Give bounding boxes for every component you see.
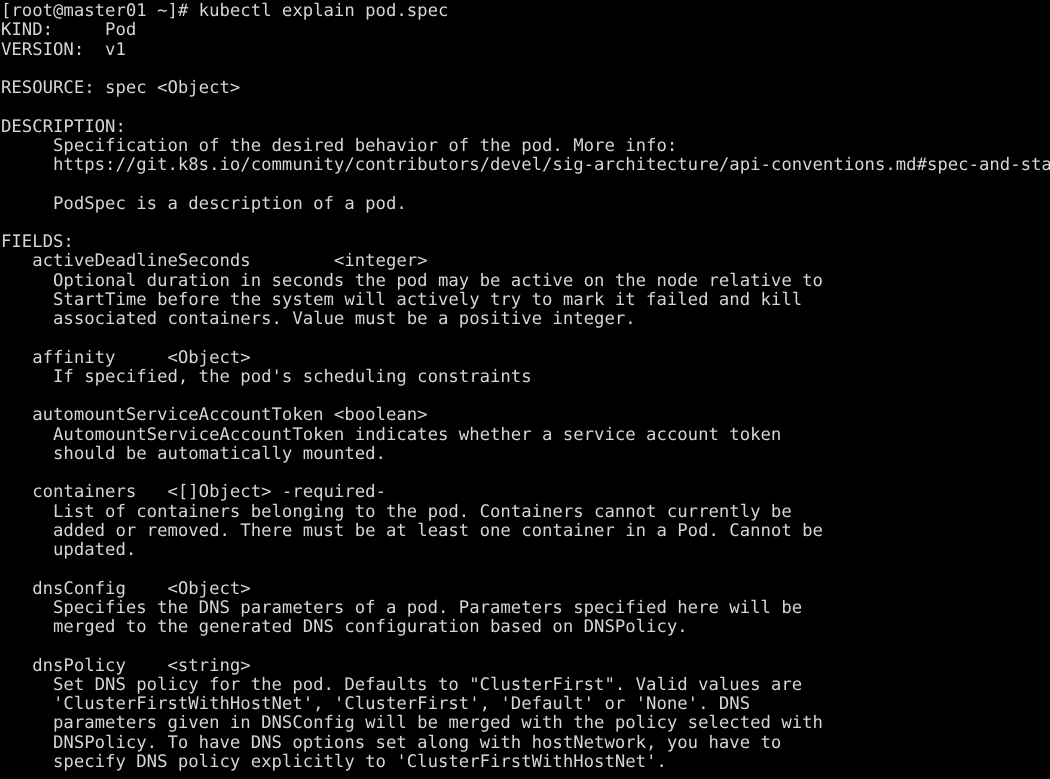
terminal-line: DNSPolicy. To have DNS options set along… <box>1 732 782 753</box>
terminal-line: Specification of the desired behavior of… <box>1 135 678 156</box>
terminal-line: dnsConfig <Object> <box>1 578 251 599</box>
terminal-line: [root@master01 ~]# kubectl explain pod.s… <box>1 1 449 21</box>
terminal-line: should be automatically mounted. <box>1 443 386 464</box>
terminal-line: https://git.k8s.io/community/contributor… <box>1 155 1050 175</box>
terminal-line: PodSpec is a description of a pod. <box>1 193 407 214</box>
terminal-line: merged to the generated DNS configuratio… <box>1 617 688 637</box>
terminal-line: If specified, the pod's scheduling const… <box>1 366 532 387</box>
terminal-line: parameters given in DNSConfig will be me… <box>1 713 823 734</box>
terminal-line: VERSION: v1 <box>1 39 126 60</box>
terminal-line: added or removed. There must be at least… <box>1 520 823 541</box>
terminal-line: KIND: Pod <box>1 20 137 41</box>
terminal-line: activeDeadlineSeconds <integer> <box>1 251 428 272</box>
terminal-line: FIELDS: <box>1 232 74 252</box>
terminal-line: updated. <box>1 540 137 560</box>
terminal-line: containers <[]Object> -required- <box>1 482 386 503</box>
terminal-line: automountServiceAccountToken <boolean> <box>1 405 428 426</box>
terminal-line: associated containers. Value must be a p… <box>1 309 636 329</box>
terminal-line: dnsPolicy <string> <box>1 655 251 676</box>
terminal-line: DESCRIPTION: <box>1 116 126 137</box>
terminal-line: AutomountServiceAccountToken indicates w… <box>1 424 782 445</box>
terminal-line: specify DNS policy explicitly to 'Cluste… <box>1 751 667 772</box>
terminal-line: List of containers belonging to the pod.… <box>1 501 792 522</box>
terminal-line: StartTime before the system will activel… <box>1 289 803 310</box>
terminal-screen[interactable]: [root@master01 ~]# kubectl explain pod.s… <box>0 0 1050 779</box>
terminal-line: Optional duration in seconds the pod may… <box>1 270 823 291</box>
terminal-line: 'ClusterFirstWithHostNet', 'ClusterFirst… <box>1 694 751 714</box>
terminal-line: Specifies the DNS parameters of a pod. P… <box>1 597 803 618</box>
terminal-line: Set DNS policy for the pod. Defaults to … <box>1 674 803 695</box>
terminal-line: affinity <Object> <box>1 347 251 368</box>
terminal-line: RESOURCE: spec <Object> <box>1 78 241 98</box>
